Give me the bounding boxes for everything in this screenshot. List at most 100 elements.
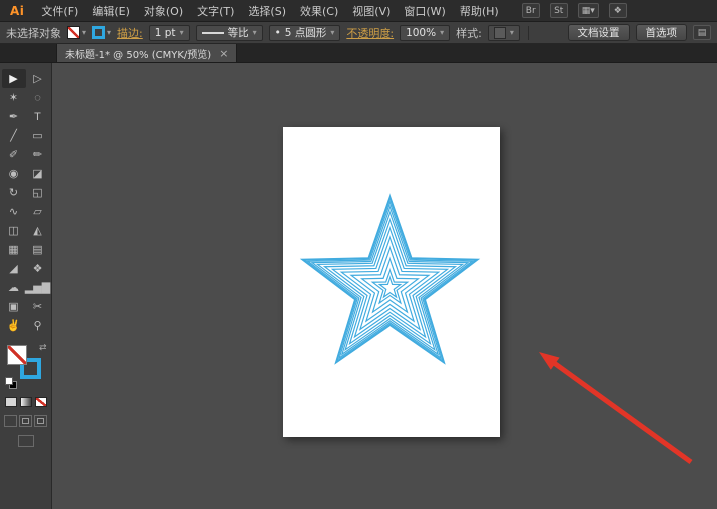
tool-pen[interactable]: ✒ — [2, 107, 26, 126]
tool-rotate[interactable]: ↻ — [2, 183, 26, 202]
tool-mesh[interactable]: ▦ — [2, 240, 26, 259]
canvas-area[interactable] — [52, 63, 717, 509]
tab-close-icon[interactable]: × — [219, 47, 228, 60]
menu-type[interactable]: 文字(T) — [190, 0, 241, 22]
menu-edit[interactable]: 编辑(E) — [85, 0, 137, 22]
drawing-modes-row — [4, 415, 47, 427]
tool-zoom[interactable]: ⚲ — [26, 316, 50, 335]
screen-mode-button[interactable] — [18, 435, 34, 447]
draw-inside-button[interactable] — [34, 415, 47, 427]
default-fill-stroke-icon[interactable] — [5, 377, 19, 391]
appbar-icons: Br St ▦▾ ❖ — [522, 3, 627, 18]
width-profile-label: 等比 — [228, 25, 249, 40]
main-area: ▶▷✶◌✒T╱▭✐✏◉◪↻◱∿▱◫◭▦▤◢❖☁▂▅▇▣✂✌⚲ ⇄ — [0, 63, 717, 509]
chevron-down-icon: ▾ — [510, 29, 514, 37]
style-label: 样式: — [456, 25, 482, 41]
artboard[interactable] — [283, 127, 500, 437]
tool-width[interactable]: ∿ — [2, 202, 26, 221]
tool-type[interactable]: T — [26, 107, 50, 126]
star-blend-artwork — [283, 127, 500, 437]
stroke-color-swatch — [92, 26, 105, 39]
tool-magic-wand[interactable]: ✶ — [2, 88, 26, 107]
tool-paintbrush[interactable]: ✐ — [2, 145, 26, 164]
brush-name: 5 点圆形 — [285, 25, 327, 40]
opacity-select[interactable]: 100% ▾ — [400, 25, 450, 41]
color-button[interactable] — [5, 397, 17, 407]
control-panel-menu-icon[interactable]: ▤ — [693, 25, 711, 40]
control-bar-separator — [528, 26, 529, 40]
brush-select[interactable]: • 5 点圆形 ▾ — [269, 25, 341, 41]
draw-behind-button[interactable] — [19, 415, 32, 427]
tool-eyedropper[interactable]: ◢ — [2, 259, 26, 278]
stroke-color-control[interactable]: ▾ — [92, 26, 111, 39]
tool-blob-brush[interactable]: ◉ — [2, 164, 26, 183]
tool-gradient[interactable]: ▤ — [26, 240, 50, 259]
app-logo[interactable]: Ai — [4, 4, 34, 18]
stock-icon[interactable]: St — [550, 3, 568, 18]
menu-list: 文件(F)编辑(E)对象(O)文字(T)选择(S)效果(C)视图(V)窗口(W)… — [34, 0, 505, 22]
chevron-down-icon: ▾ — [107, 29, 111, 37]
swap-fill-stroke-icon[interactable]: ⇄ — [39, 343, 47, 353]
color-type-row — [5, 397, 47, 407]
tool-artboard[interactable]: ▣ — [2, 297, 26, 316]
menubar: Ai 文件(F)编辑(E)对象(O)文字(T)选择(S)效果(C)视图(V)窗口… — [0, 0, 717, 22]
control-bar: 未选择对象 ▾ ▾ 描边: 1 pt ▾ 等比 ▾ • 5 点圆形 ▾ 不透明度… — [0, 22, 717, 44]
chevron-down-icon: ▾ — [330, 29, 334, 37]
tool-rectangle[interactable]: ▭ — [26, 126, 50, 145]
menu-window[interactable]: 窗口(W) — [397, 0, 452, 22]
gradient-button[interactable] — [20, 397, 32, 407]
tool-slice[interactable]: ✂ — [26, 297, 50, 316]
arrange-documents-icon[interactable]: ▦▾ — [578, 3, 599, 18]
default-fill-chip — [5, 377, 13, 385]
none-button[interactable] — [35, 397, 47, 407]
preferences-button[interactable]: 首选项 — [636, 24, 688, 41]
document-setup-button[interactable]: 文档设置 — [568, 24, 630, 41]
cs-live-icon[interactable]: ❖ — [609, 3, 627, 18]
brush-preview-dot: • — [275, 27, 281, 39]
tool-column-graph[interactable]: ▂▅▇ — [26, 278, 50, 297]
draw-normal-button[interactable] — [4, 415, 17, 427]
bridge-icon[interactable]: Br — [522, 3, 540, 18]
tool-shape-builder[interactable]: ◫ — [2, 221, 26, 240]
menu-object[interactable]: 对象(O) — [137, 0, 190, 22]
menu-file[interactable]: 文件(F) — [34, 0, 85, 22]
tool-direct-selection[interactable]: ▷ — [26, 69, 50, 88]
menu-select[interactable]: 选择(S) — [241, 0, 293, 22]
document-tab-title: 未标题-1* @ 50% (CMYK/预览) — [65, 46, 211, 61]
document-tab-strip: 未标题-1* @ 50% (CMYK/预览) × — [0, 44, 717, 63]
tool-free-transform[interactable]: ▱ — [26, 202, 50, 221]
chevron-down-icon: ▾ — [440, 29, 444, 37]
width-profile-select[interactable]: 等比 ▾ — [196, 25, 263, 41]
opacity-value: 100% — [406, 27, 436, 39]
chevron-down-icon: ▾ — [82, 29, 86, 37]
fill-color-control[interactable]: ▾ — [67, 26, 86, 39]
tool-grid: ▶▷✶◌✒T╱▭✐✏◉◪↻◱∿▱◫◭▦▤◢❖☁▂▅▇▣✂✌⚲ — [2, 69, 50, 335]
menu-help[interactable]: 帮助(H) — [453, 0, 506, 22]
fill-none-swatch — [67, 26, 80, 39]
menu-view[interactable]: 视图(V) — [345, 0, 397, 22]
selection-status: 未选择对象 — [6, 25, 61, 41]
tool-hand[interactable]: ✌ — [2, 316, 26, 335]
menu-effect[interactable]: 效果(C) — [293, 0, 345, 22]
tool-symbol-sprayer[interactable]: ☁ — [2, 278, 26, 297]
stroke-label-link[interactable]: 描边: — [117, 25, 143, 41]
document-tab[interactable]: 未标题-1* @ 50% (CMYK/预览) × — [56, 44, 237, 62]
fill-swatch[interactable] — [7, 345, 27, 365]
style-select[interactable]: ▾ — [488, 25, 520, 41]
tool-blend[interactable]: ❖ — [26, 259, 50, 278]
opacity-label-link[interactable]: 不透明度: — [346, 25, 394, 41]
illustrator-window: Ai 文件(F)编辑(E)对象(O)文字(T)选择(S)效果(C)视图(V)窗口… — [0, 0, 717, 509]
tool-selection[interactable]: ▶ — [2, 69, 26, 88]
stroke-weight-select[interactable]: 1 pt ▾ — [149, 25, 190, 41]
tool-eraser[interactable]: ◪ — [26, 164, 50, 183]
tool-perspective-grid[interactable]: ◭ — [26, 221, 50, 240]
tools-panel: ▶▷✶◌✒T╱▭✐✏◉◪↻◱∿▱◫◭▦▤◢❖☁▂▅▇▣✂✌⚲ ⇄ — [0, 63, 52, 509]
fill-stroke-indicator: ⇄ — [3, 343, 49, 391]
tool-pencil[interactable]: ✏ — [26, 145, 50, 164]
chevron-down-icon: ▾ — [180, 29, 184, 37]
tool-line-segment[interactable]: ╱ — [2, 126, 26, 145]
tool-lasso[interactable]: ◌ — [26, 88, 50, 107]
style-swatch — [494, 27, 506, 39]
chevron-down-icon: ▾ — [253, 29, 257, 37]
tool-scale[interactable]: ◱ — [26, 183, 50, 202]
